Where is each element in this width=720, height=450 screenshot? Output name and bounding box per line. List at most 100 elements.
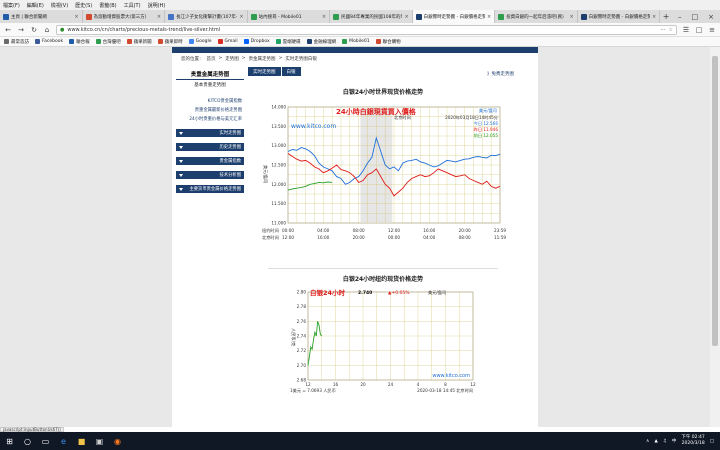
close-tab-icon[interactable]: × — [157, 14, 161, 20]
breadcrumb-item[interactable]: 走势图 — [225, 56, 239, 62]
system-tray: ∧ ▲ ♫ 中 下午 02:47 2020/3/18 □ — [646, 435, 720, 447]
bookmark-star-icon[interactable]: ☆ — [669, 27, 673, 33]
scrollbar-thumb[interactable] — [712, 56, 718, 346]
chart1-title: 白银24小时世界现货价格走势 — [342, 89, 424, 96]
sidebar-link[interactable]: 24小时贵重价格与美元汇率 — [176, 114, 244, 123]
bookmark-item[interactable]: 聯合購物 — [375, 39, 401, 45]
clock[interactable]: 下午 02:47 2020/3/18 — [681, 435, 704, 447]
x-tick-label: 11:59 — [494, 235, 506, 240]
volume-icon[interactable]: ♫ — [663, 439, 667, 444]
close-tab-icon[interactable]: × — [487, 14, 491, 20]
close-tab-icon[interactable]: × — [239, 14, 243, 20]
bookmark-item[interactable]: 蘋果新聞 — [126, 39, 152, 45]
sidebar-section-button[interactable]: 主要货币贵金属价格走势图 — [176, 185, 244, 193]
store-icon[interactable]: ▣ — [95, 437, 104, 446]
bookmark-favicon-icon — [4, 39, 9, 44]
bookmark-item[interactable]: 金融線理網 — [306, 39, 336, 45]
browser-tab[interactable]: 站內搜尋 - Mobile01 × — [248, 10, 331, 23]
timezone-label: 北京时间 — [394, 114, 411, 121]
close-tab-icon[interactable]: × — [570, 14, 574, 20]
silver-24h-ny-chart: 2.802.782.762.742.722.702.6812 16 20 24 4 8 12… — [290, 288, 476, 394]
menu-item[interactable]: 歷史(S) — [75, 2, 92, 9]
hamburger-menu-icon[interactable]: ≡ — [708, 26, 716, 34]
bookmark-item[interactable]: Google — [188, 39, 212, 44]
minimize-icon[interactable]: – — [678, 13, 682, 21]
menu-item[interactable]: 說明(H) — [148, 2, 166, 9]
bookmark-favicon-icon — [126, 39, 132, 44]
bookmark-item[interactable]: 雲端硬碟 — [275, 39, 301, 45]
back-icon[interactable]: ← — [4, 26, 12, 34]
menu-item[interactable]: 編輯(E) — [27, 2, 44, 9]
browser-tab[interactable]: 民國84年專業的民國108年的年 × — [330, 10, 413, 23]
new-tab-icon[interactable]: + — [660, 10, 672, 23]
close-tab-icon[interactable]: × — [404, 14, 408, 20]
ime-indicator-icon[interactable]: 中 — [672, 438, 677, 444]
library-icon[interactable]: ☰ — [682, 26, 690, 34]
silver-24h-world-chart: 14.000 13.500 13.000 12.500 12.000 11.500 11.0… — [262, 105, 506, 242]
tab-label: 民國84年專業的民國108年的年 — [341, 14, 403, 20]
close-tab-icon[interactable]: × — [652, 14, 656, 20]
sidebar-link[interactable]: KITCO贵金属指数 — [176, 96, 244, 105]
browser-tab[interactable]: 白銀實時走勢圖 - 白銀價格走勢(× — [578, 10, 661, 23]
close-tab-icon[interactable]: × — [74, 14, 78, 20]
sidebar-subheading[interactable]: 基本贵重走势图 — [176, 80, 244, 96]
menu-item[interactable]: 書籤(B) — [99, 2, 116, 9]
address-bar[interactable]: ● www.kitco.cn/cn/charts/precious-metals… — [56, 24, 677, 35]
browser-tab[interactable]: 投資白銀的一起年后漲吧(買) × — [495, 10, 578, 23]
x-tick-label: 16 — [333, 382, 339, 387]
home-icon[interactable]: ⌂ — [43, 26, 51, 34]
bookmark-item[interactable]: 聯合報 — [69, 39, 90, 45]
sidebar-toggle-icon[interactable]: □ — [695, 26, 703, 34]
close-tab-icon[interactable]: × — [322, 14, 326, 20]
sidebar-section-button[interactable]: 实时走势图 — [176, 129, 244, 137]
reload-icon[interactable]: ↻ — [30, 26, 38, 34]
notification-chevron-icon[interactable]: ∧ — [646, 439, 649, 444]
breadcrumb-separator: > — [218, 56, 223, 61]
menu-item[interactable]: 工具(T) — [124, 2, 141, 9]
bookmark-item[interactable]: 台灣優吧 — [95, 39, 121, 45]
x-tick-label: 16:00 — [317, 235, 329, 240]
bookmark-item[interactable]: Facebook — [35, 39, 63, 44]
more-actions-icon[interactable]: ⋯ — [661, 27, 666, 33]
tab-strip: 主頁 | 聯合新聞網 × 為滾動增資股票大(第三方) × 長江少子女化衝擊計畫(107年… — [0, 10, 720, 23]
forward-icon[interactable]: → — [17, 26, 25, 34]
breadcrumb-item[interactable]: 贵金属走势图 — [249, 56, 276, 62]
edge-icon[interactable]: e — [59, 437, 68, 446]
file-explorer-icon[interactable]: ■ — [77, 437, 86, 446]
tab-live-chart[interactable]: 实时走势图 — [248, 67, 281, 76]
browser-tab[interactable]: 為滾動增資股票大(第三方) × — [83, 10, 166, 23]
task-view-icon[interactable]: ▭ — [41, 437, 50, 446]
chart-tabs: 实时走势图 白银 — [248, 67, 301, 76]
bookmark-item[interactable]: Mobile01 — [342, 39, 370, 44]
bookmark-label: Google — [195, 39, 212, 44]
sidebar-section-button[interactable]: 历史走势图 — [176, 143, 244, 151]
breadcrumb-item[interactable]: 首页 — [207, 56, 216, 62]
windows-start-icon[interactable]: ⊞ — [5, 437, 14, 446]
menu-item[interactable]: 檔案(F) — [3, 2, 20, 9]
sidebar-section-button[interactable]: 技术分析图 — [176, 171, 244, 179]
free-charts-link[interactable]: 》免费走势图 — [487, 71, 514, 77]
close-window-icon[interactable]: × — [708, 13, 714, 21]
bookmark-item[interactable]: 最常造訪 — [4, 39, 29, 45]
breadcrumb-item[interactable]: 实时走势图白银 — [285, 56, 317, 62]
x-tick-label: 16:00 — [423, 228, 435, 233]
tab-favicon-icon — [498, 13, 505, 20]
browser-tab[interactable]: 白銀實時走勢圖 - 白銀價格走勢(× — [412, 10, 496, 23]
browser-tab[interactable]: 長江少子女化衝擊計畫(107年-111年× — [165, 10, 248, 23]
sidebar-link[interactable]: 贵重金属最新价格走势图 — [176, 105, 244, 114]
maximize-icon[interactable]: □ — [692, 13, 699, 21]
x-tick-label: 00:00 — [388, 235, 400, 240]
search-icon[interactable]: ○ — [23, 437, 32, 446]
tab-silver[interactable]: 白银 — [281, 67, 301, 76]
exchange-rate-note: 1美元 = 7.0693 人民币 — [290, 387, 336, 394]
menu-item[interactable]: 檢視(V) — [51, 2, 68, 9]
bookmark-item[interactable]: Dropbox — [243, 39, 270, 44]
bookmark-item[interactable]: Gmail — [217, 39, 238, 44]
firefox-icon[interactable]: ◉ — [113, 437, 122, 446]
y-tick-label: 14.000 — [271, 105, 286, 110]
network-icon[interactable]: ▲ — [654, 439, 657, 444]
browser-tab[interactable]: 主頁 | 聯合新聞網 × — [0, 10, 83, 23]
action-center-icon[interactable]: □ — [710, 439, 714, 444]
sidebar-section-button[interactable]: 贵金属指数 — [176, 157, 244, 165]
bookmark-item[interactable]: 蘋果即時 — [157, 39, 183, 45]
